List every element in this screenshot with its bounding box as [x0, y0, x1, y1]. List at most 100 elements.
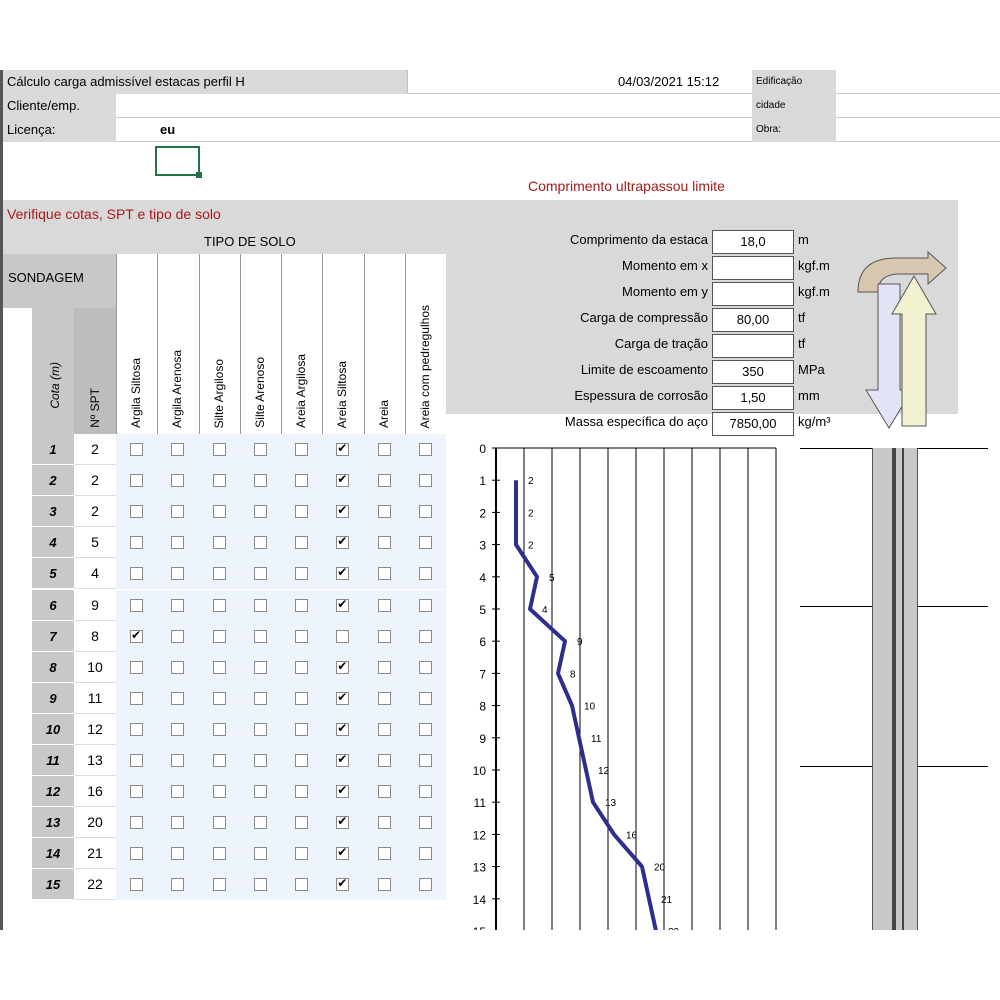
soil-checkbox[interactable]: [418, 567, 432, 581]
param-value-input[interactable]: [712, 334, 794, 358]
spt-cell[interactable]: 2: [74, 465, 116, 497]
soil-checkbox[interactable]: [418, 474, 432, 488]
soil-checkbox[interactable]: [212, 567, 226, 581]
cota-cell[interactable]: 2: [32, 465, 74, 497]
soil-checkbox[interactable]: [253, 847, 267, 861]
soil-checkbox[interactable]: [336, 690, 350, 705]
soil-checkbox[interactable]: [212, 536, 226, 550]
soil-checkbox[interactable]: [253, 567, 267, 581]
soil-checkbox[interactable]: [418, 660, 432, 674]
soil-checkbox[interactable]: [212, 629, 226, 643]
soil-checkbox[interactable]: [130, 878, 143, 892]
soil-checkbox[interactable]: [253, 754, 267, 767]
soil-checkbox[interactable]: [171, 785, 185, 799]
soil-checkbox[interactable]: [377, 722, 391, 736]
soil-checkbox[interactable]: [336, 472, 350, 488]
spt-cell[interactable]: 8: [74, 620, 116, 652]
soil-checkbox[interactable]: [418, 536, 432, 550]
soil-checkbox[interactable]: [171, 816, 185, 830]
soil-checkbox[interactable]: [212, 754, 226, 767]
spt-cell[interactable]: 22: [74, 869, 116, 901]
soil-checkbox[interactable]: [418, 443, 432, 456]
soil-checkbox[interactable]: [377, 629, 391, 643]
soil-checkbox[interactable]: [130, 536, 143, 550]
soil-checkbox[interactable]: [130, 847, 143, 861]
soil-checkbox[interactable]: [171, 878, 185, 892]
soil-checkbox[interactable]: [377, 474, 391, 488]
soil-checkbox[interactable]: [130, 754, 143, 767]
soil-checkbox[interactable]: [336, 845, 350, 861]
soil-checkbox[interactable]: [212, 847, 226, 861]
soil-checkbox[interactable]: [377, 598, 391, 612]
soil-checkbox[interactable]: [212, 691, 226, 705]
soil-checkbox[interactable]: [212, 660, 226, 674]
soil-checkbox[interactable]: [130, 785, 143, 799]
soil-checkbox[interactable]: [171, 567, 185, 581]
cota-cell[interactable]: 3: [32, 496, 74, 528]
soil-checkbox[interactable]: [336, 783, 350, 799]
soil-checkbox[interactable]: [253, 536, 267, 550]
soil-checkbox[interactable]: [377, 847, 391, 861]
soil-checkbox[interactable]: [336, 503, 350, 519]
soil-checkbox[interactable]: [377, 691, 391, 705]
soil-checkbox[interactable]: [130, 722, 143, 736]
soil-checkbox[interactable]: [130, 691, 143, 705]
soil-checkbox[interactable]: [171, 443, 185, 456]
soil-checkbox[interactable]: [295, 598, 308, 612]
soil-checkbox[interactable]: [212, 722, 226, 736]
soil-checkbox[interactable]: [336, 597, 350, 612]
soil-checkbox[interactable]: [295, 629, 308, 643]
cliente-field[interactable]: [116, 94, 752, 118]
spt-cell[interactable]: 2: [74, 496, 116, 528]
soil-checkbox[interactable]: [336, 565, 350, 581]
soil-checkbox[interactable]: [130, 628, 143, 643]
soil-checkbox[interactable]: [130, 474, 143, 488]
soil-checkbox[interactable]: [418, 816, 432, 830]
licenca-value[interactable]: eu: [160, 118, 175, 142]
param-value-input[interactable]: 80,00: [712, 308, 794, 332]
cota-cell[interactable]: 9: [32, 682, 74, 714]
param-value-input[interactable]: 350: [712, 360, 794, 384]
soil-checkbox[interactable]: [130, 598, 143, 612]
soil-checkbox[interactable]: [336, 534, 350, 550]
cota-cell[interactable]: 1: [32, 434, 74, 466]
spt-cell[interactable]: 10: [74, 651, 116, 683]
soil-checkbox[interactable]: [171, 598, 185, 612]
spt-cell[interactable]: 5: [74, 527, 116, 559]
soil-checkbox[interactable]: [418, 785, 432, 799]
soil-checkbox[interactable]: [171, 691, 185, 705]
soil-checkbox[interactable]: [212, 785, 226, 799]
soil-checkbox[interactable]: [336, 814, 350, 830]
soil-checkbox[interactable]: [295, 536, 308, 550]
soil-checkbox[interactable]: [336, 441, 350, 456]
soil-checkbox[interactable]: [295, 785, 308, 799]
soil-checkbox[interactable]: [295, 474, 308, 488]
soil-checkbox[interactable]: [253, 816, 267, 830]
soil-checkbox[interactable]: [253, 505, 267, 519]
soil-checkbox[interactable]: [171, 754, 185, 767]
soil-checkbox[interactable]: [171, 629, 185, 643]
soil-checkbox[interactable]: [377, 785, 391, 799]
soil-checkbox[interactable]: [171, 847, 185, 861]
soil-checkbox[interactable]: [253, 474, 267, 488]
cota-cell[interactable]: 6: [32, 589, 74, 621]
fill-handle[interactable]: [196, 172, 202, 178]
soil-checkbox[interactable]: [171, 722, 185, 736]
soil-checkbox[interactable]: [212, 505, 226, 519]
soil-checkbox[interactable]: [253, 785, 267, 799]
soil-checkbox[interactable]: [212, 598, 226, 612]
param-value-input[interactable]: 18,0: [712, 230, 794, 254]
soil-checkbox[interactable]: [295, 660, 308, 674]
cota-cell[interactable]: 15: [32, 869, 74, 901]
soil-checkbox[interactable]: [377, 754, 391, 767]
soil-checkbox[interactable]: [295, 816, 308, 830]
param-value-input[interactable]: [712, 282, 794, 306]
soil-checkbox[interactable]: [130, 443, 143, 456]
soil-checkbox[interactable]: [130, 816, 143, 830]
soil-checkbox[interactable]: [253, 691, 267, 705]
soil-checkbox[interactable]: [253, 660, 267, 674]
param-value-input[interactable]: [712, 256, 794, 280]
soil-checkbox[interactable]: [377, 660, 391, 674]
soil-checkbox[interactable]: [377, 505, 391, 519]
cota-cell[interactable]: 10: [32, 713, 74, 745]
